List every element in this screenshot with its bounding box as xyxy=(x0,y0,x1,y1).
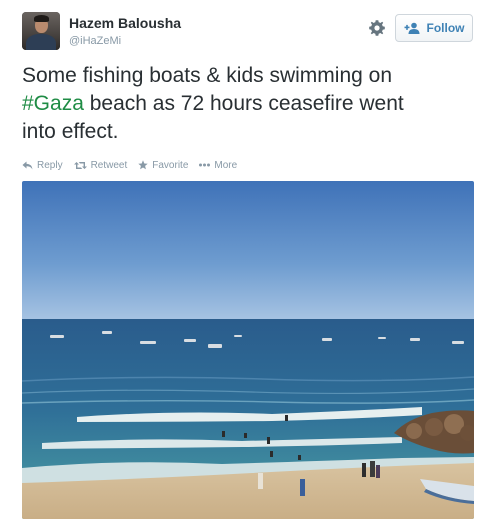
reply-icon xyxy=(22,161,33,169)
tweet-text: Some fishing boats & kids swimming on #G… xyxy=(22,62,462,146)
sky xyxy=(22,181,474,321)
tweet-card: Hazem Balousha @iHaZeMi Follow Some fish… xyxy=(0,0,477,529)
reply-label: Reply xyxy=(37,159,63,171)
retweet-action[interactable]: Retweet xyxy=(73,159,128,171)
breakwater-rock xyxy=(425,418,443,436)
tweet-photo[interactable] xyxy=(22,181,474,519)
more-label: More xyxy=(214,159,238,171)
tweet-text-line-2-rest: beach as 72 hours ceasefire went xyxy=(83,92,404,115)
favorite-label: Favorite xyxy=(152,159,189,171)
hashtag-link[interactable]: #Gaza xyxy=(22,92,84,115)
retweet-icon xyxy=(73,161,87,169)
follow-button[interactable]: Follow xyxy=(395,14,473,42)
tweet-text-line-3: into effect. xyxy=(22,120,119,143)
user-display-name[interactable]: Hazem Balousha xyxy=(69,15,181,31)
avatar-hair xyxy=(34,15,49,22)
gear-icon[interactable] xyxy=(367,18,387,38)
tweet-actions: Reply Retweet Favorite More xyxy=(22,157,237,173)
tweet-text-line-2: #Gaza beach as 72 hours ceasefire went xyxy=(22,90,462,118)
avatar[interactable] xyxy=(22,12,60,50)
follow-button-label: Follow xyxy=(426,21,465,35)
more-action[interactable]: More xyxy=(199,160,237,171)
reply-action[interactable]: Reply xyxy=(22,160,63,171)
retweet-label: Retweet xyxy=(90,159,128,171)
add-user-icon xyxy=(404,22,419,34)
tweet-text-line-1: Some fishing boats & kids swimming on xyxy=(22,64,392,87)
breakwater-rock xyxy=(406,423,422,439)
more-dots-icon xyxy=(199,163,211,167)
star-icon xyxy=(138,160,148,170)
favorite-action[interactable]: Favorite xyxy=(138,160,188,171)
avatar-shirt xyxy=(26,34,56,50)
beach-photo xyxy=(22,181,474,519)
user-handle[interactable]: @iHaZeMi xyxy=(69,35,121,47)
